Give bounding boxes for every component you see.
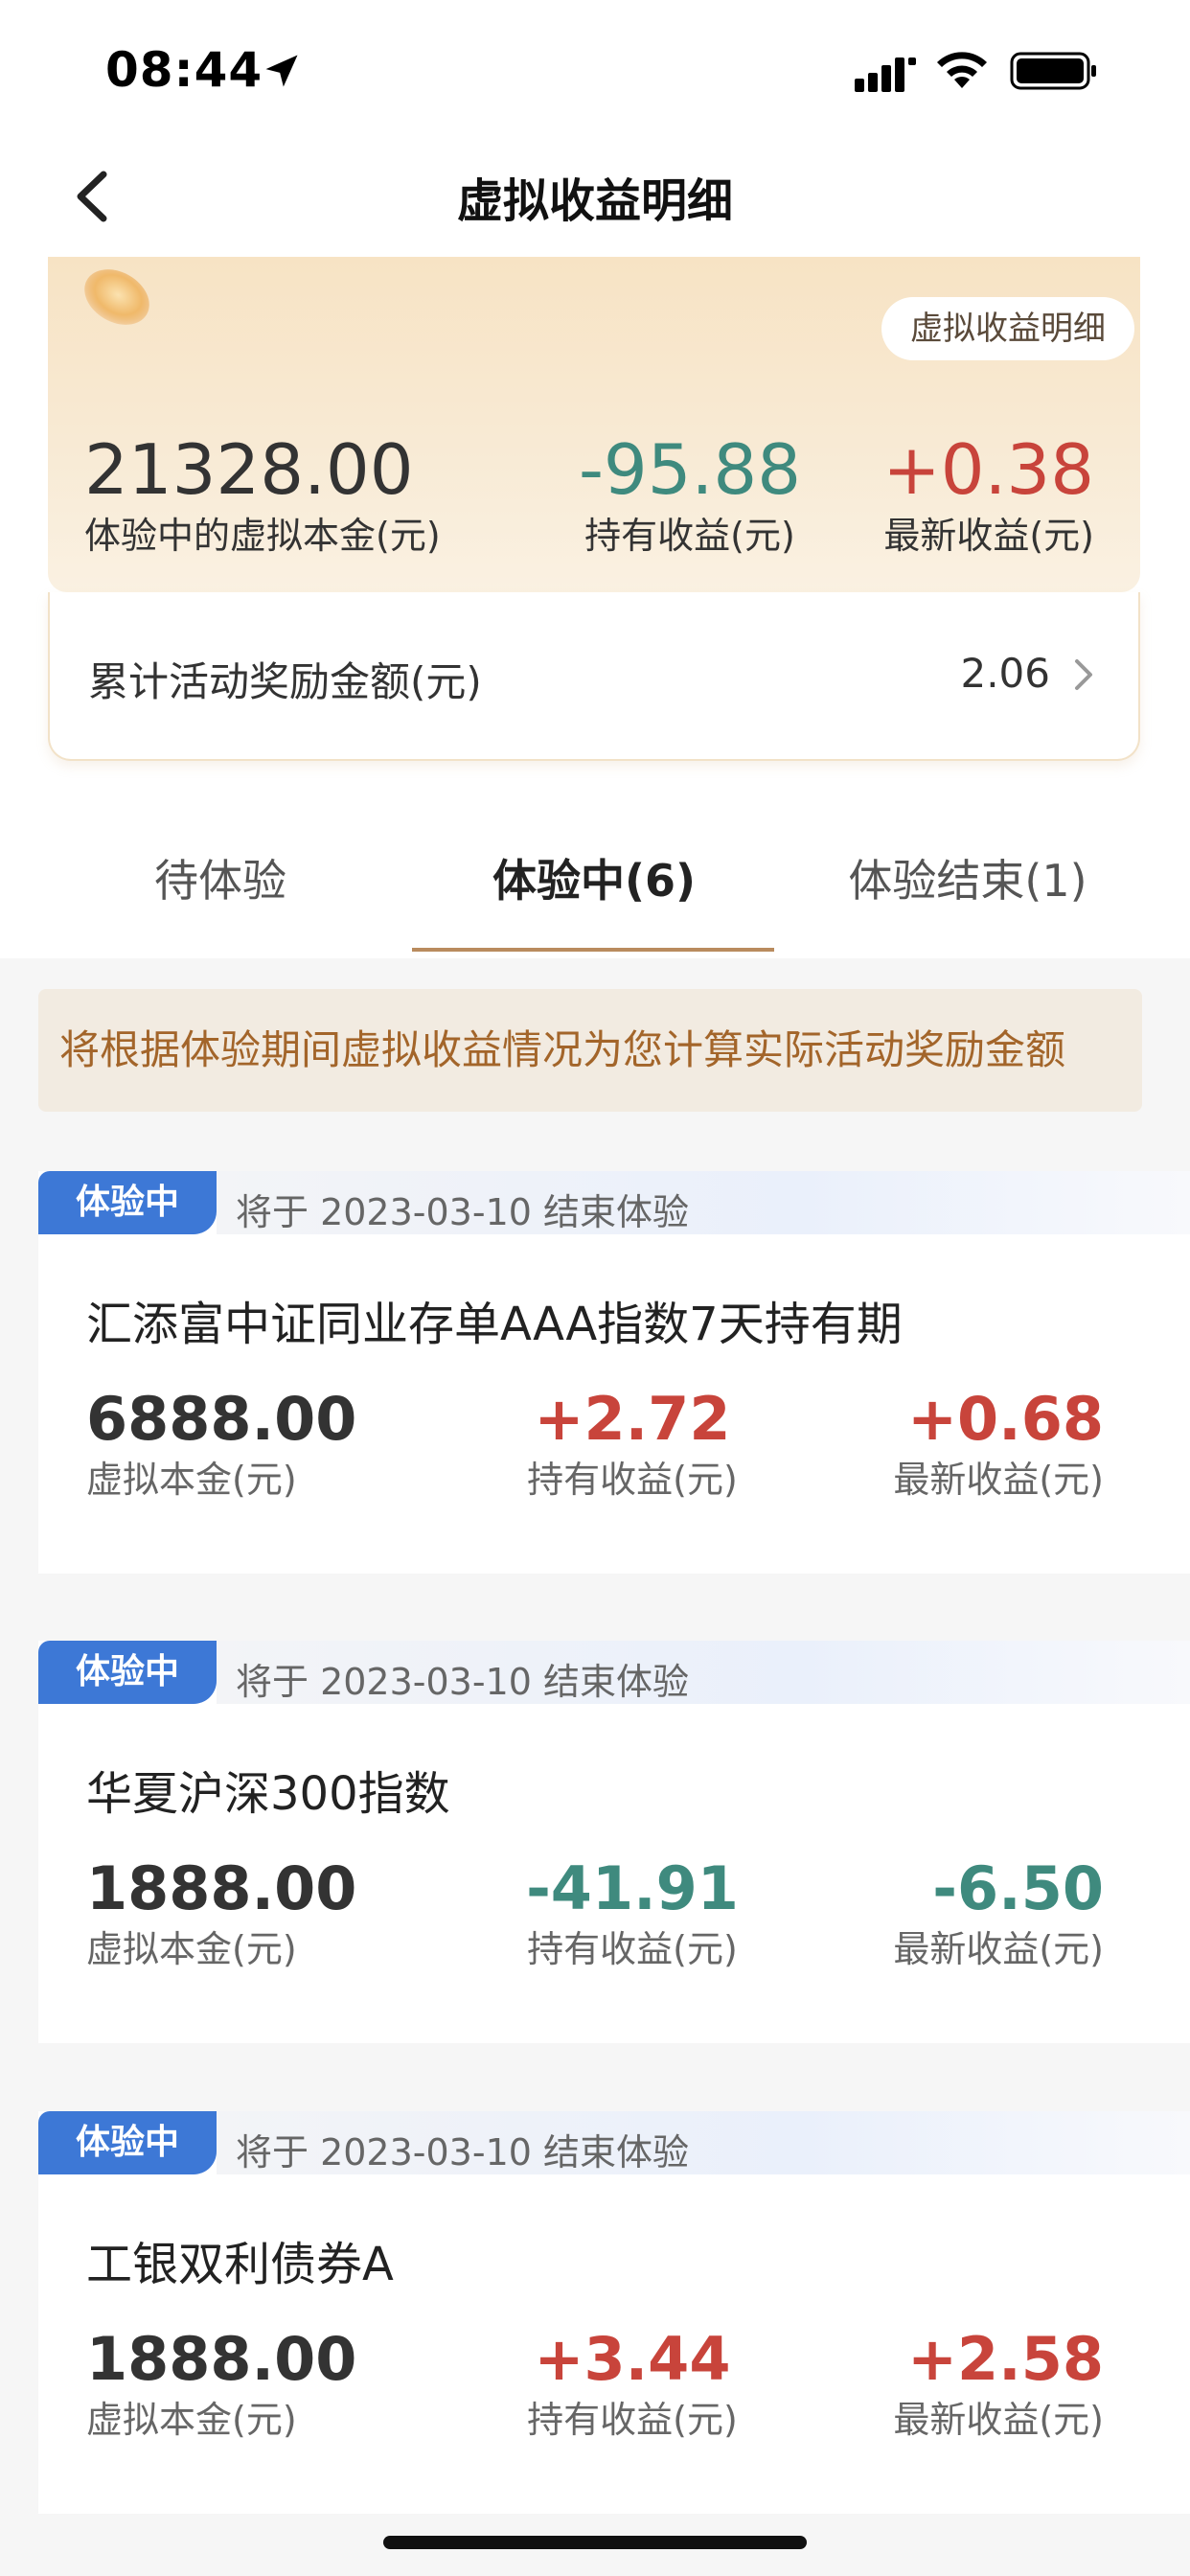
hold-stat: -95.88 持有收益(元): [575, 429, 805, 559]
hold-label: 持有收益(元): [584, 515, 795, 557]
fund-card[interactable]: 体验中 将于 2023-03-10 结束体验 工银双利债券A 1888.00 虚…: [38, 2111, 1190, 2514]
coin-icon: [84, 269, 149, 325]
fund-name: 汇添富中证同业存单AAA指数7天持有期: [86, 1298, 903, 1351]
latest-label: 最新收益(元): [883, 515, 1094, 557]
detail-chip[interactable]: 虚拟收益明细: [881, 297, 1134, 360]
fund-latest-value: +2.58: [907, 2324, 1104, 2394]
principal-value: 21328.00: [84, 429, 414, 510]
fund-hold: +2.72 持有收益(元): [489, 1384, 776, 1503]
fund-card[interactable]: 体验中 将于 2023-03-10 结束体验 汇添富中证同业存单AAA指数7天持…: [38, 1171, 1190, 1574]
page-title: 虚拟收益明细: [456, 174, 733, 228]
reward-value: 2.06: [960, 650, 1050, 697]
fund-principal-value: 1888.00: [86, 1853, 357, 1923]
status-time: 08:44: [105, 42, 263, 98]
status-badge: 体验中: [38, 1641, 217, 1704]
fund-principal-label: 虚拟本金(元): [86, 1459, 297, 1501]
home-indicator: [383, 2536, 807, 2549]
fund-principal-value: 6888.00: [86, 1384, 357, 1454]
status-badge: 体验中: [38, 1171, 217, 1234]
end-date-text: 将于 2023-03-10 结束体验: [236, 2131, 689, 2174]
latest-value: +0.38: [882, 429, 1094, 510]
fund-latest-value: -6.50: [932, 1853, 1104, 1923]
fund-latest: +2.58 最新收益(元): [893, 2324, 1104, 2443]
notice-banner: 将根据体验期间虚拟收益情况为您计算实际活动奖励金额: [38, 989, 1142, 1112]
fund-hold-label: 持有收益(元): [527, 2399, 738, 2441]
principal-label: 体验中的虚拟本金(元): [84, 515, 441, 557]
fund-hold-value: +2.72: [534, 1384, 731, 1454]
status-bar: 08:44: [0, 0, 1190, 144]
principal-stat: 21328.00 体验中的虚拟本金(元): [84, 429, 441, 559]
fund-hold: -41.91 持有收益(元): [489, 1853, 776, 1972]
fund-latest-value: +0.68: [907, 1384, 1104, 1454]
tab-bar: 待体验 体验中(6) 体验结束(1): [0, 810, 1190, 954]
page: 08:44 虚拟收益明细 虚拟收益明细 21328.00 体验中的虚拟本金(元)…: [0, 0, 1190, 2576]
fund-hold-value: -41.91: [526, 1853, 739, 1923]
fund-card[interactable]: 体验中 将于 2023-03-10 结束体验 华夏沪深300指数 1888.00…: [38, 1641, 1190, 2043]
fund-latest-label: 最新收益(元): [893, 1459, 1104, 1501]
tab-ended[interactable]: 体验结束(1): [786, 846, 1150, 909]
reward-row[interactable]: 累计活动奖励金额(元) 2.06: [48, 592, 1140, 761]
fund-hold-label: 持有收益(元): [527, 1459, 738, 1501]
fund-hold-value: +3.44: [534, 2324, 731, 2394]
location-arrow-icon: [265, 55, 298, 87]
nav-bar: 虚拟收益明细: [0, 144, 1190, 257]
fund-name: 工银双利债券A: [86, 2238, 394, 2291]
fund-name: 华夏沪深300指数: [86, 1767, 450, 1821]
tab-in-progress[interactable]: 体验中(6): [412, 846, 776, 909]
end-date-text: 将于 2023-03-10 结束体验: [236, 1191, 689, 1233]
reward-label: 累计活动奖励金额(元): [88, 658, 482, 705]
battery-icon: [1010, 52, 1096, 90]
fund-latest-label: 最新收益(元): [893, 2399, 1104, 2441]
hold-value: -95.88: [578, 429, 802, 510]
tab-active-indicator: [412, 948, 774, 952]
chevron-right-icon: [1075, 659, 1092, 690]
signal-icon: [855, 58, 916, 92]
latest-stat: +0.38 最新收益(元): [882, 429, 1094, 559]
fund-principal-label: 虚拟本金(元): [86, 1928, 297, 1970]
end-date-text: 将于 2023-03-10 结束体验: [236, 1661, 689, 1703]
fund-hold: +3.44 持有收益(元): [489, 2324, 776, 2443]
wifi-icon: [937, 52, 987, 88]
fund-latest-label: 最新收益(元): [893, 1928, 1104, 1970]
fund-latest: +0.68 最新收益(元): [893, 1384, 1104, 1503]
fund-principal: 1888.00 虚拟本金(元): [86, 2324, 356, 2443]
fund-principal: 6888.00 虚拟本金(元): [86, 1384, 356, 1503]
fund-principal: 1888.00 虚拟本金(元): [86, 1853, 356, 1972]
fund-hold-label: 持有收益(元): [527, 1928, 738, 1970]
status-badge: 体验中: [38, 2111, 217, 2174]
tab-pending[interactable]: 待体验: [0, 846, 441, 909]
fund-principal-value: 1888.00: [86, 2324, 357, 2394]
fund-latest: -6.50 最新收益(元): [893, 1853, 1104, 1972]
fund-principal-label: 虚拟本金(元): [86, 2399, 297, 2441]
